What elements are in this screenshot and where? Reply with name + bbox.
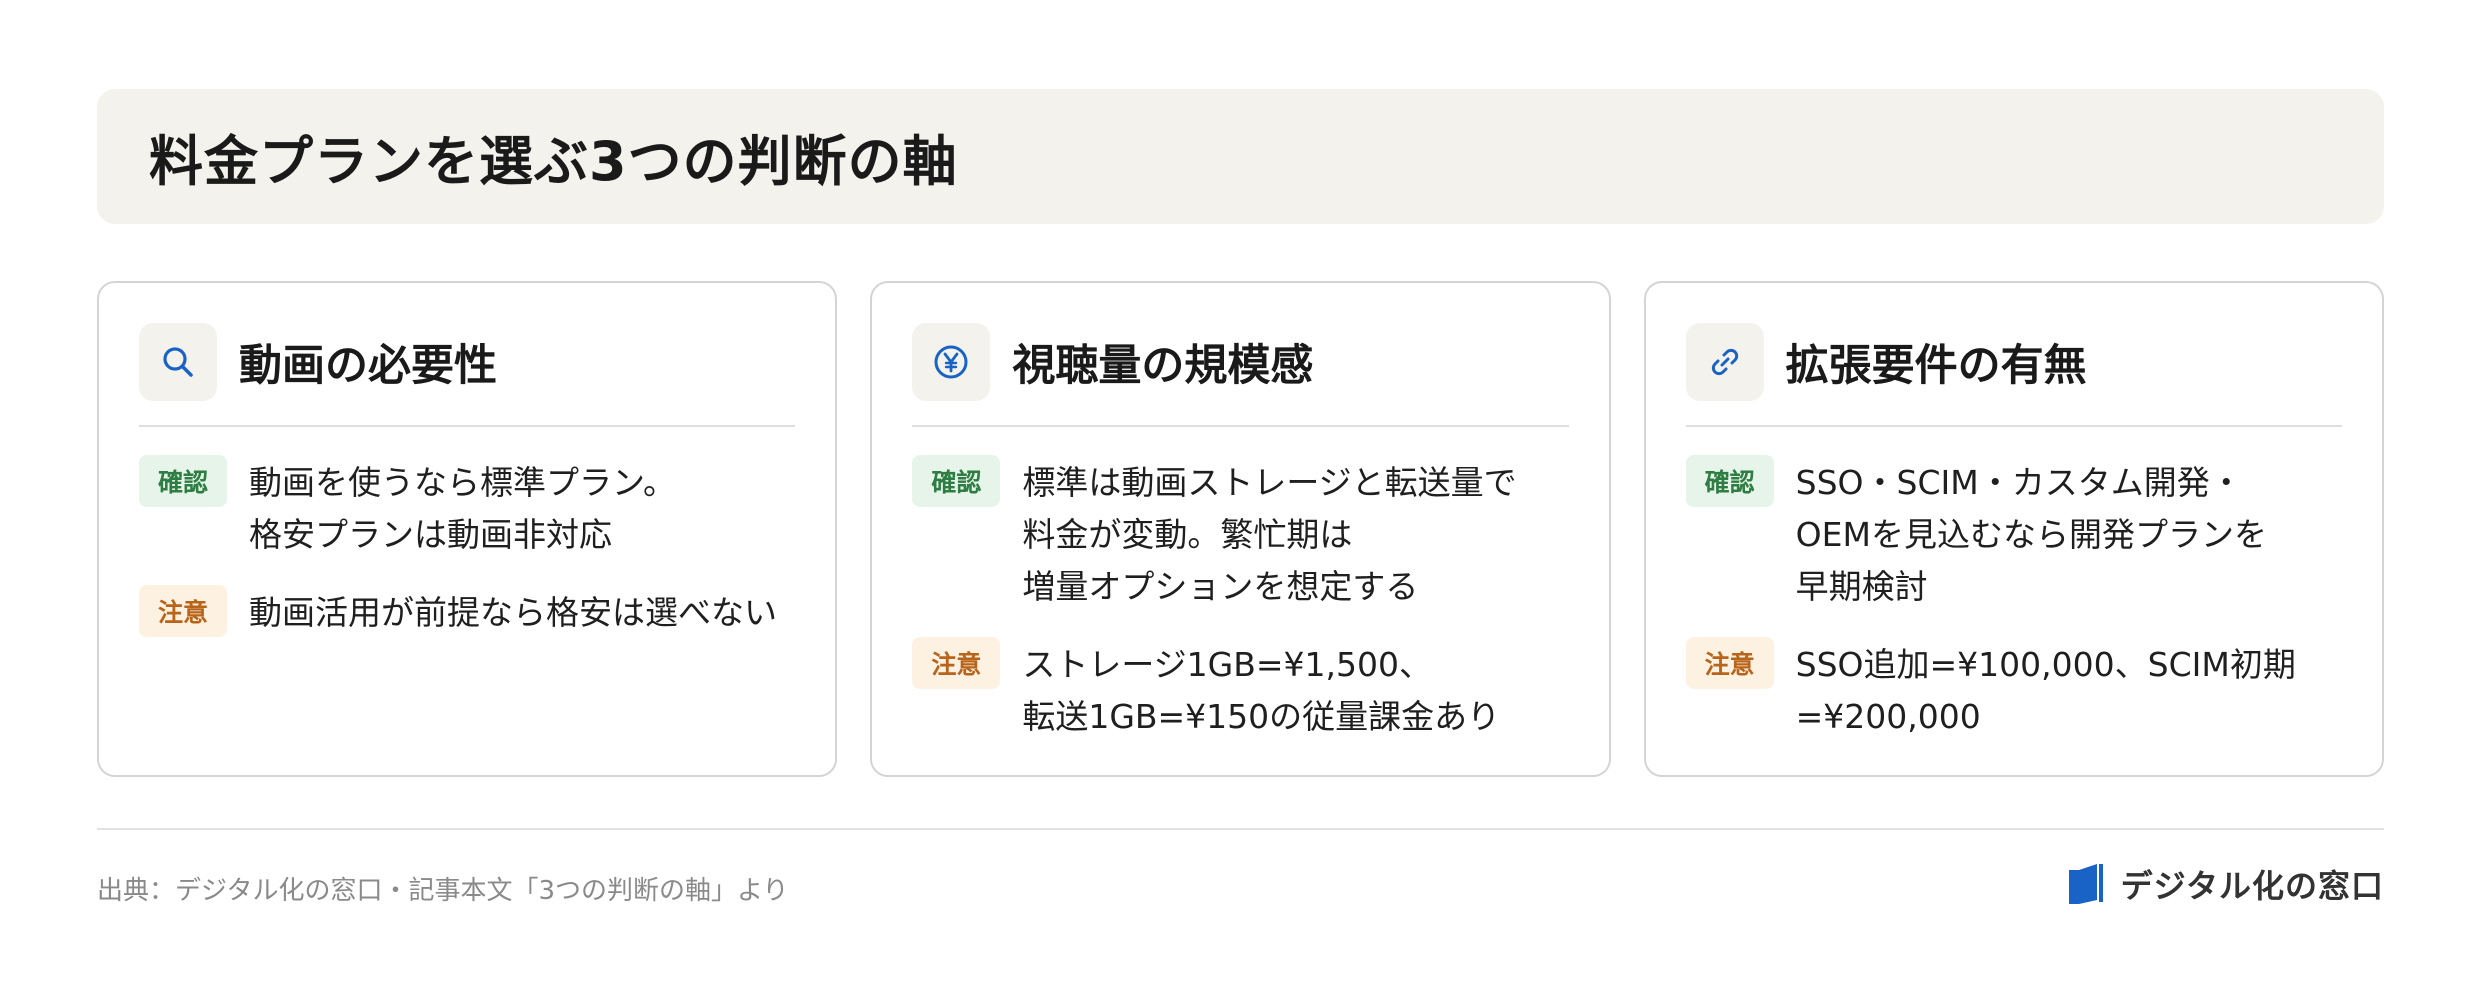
check-row: 確認 SSO・SCIM・カスタム開発・ OEMを見込むなら開発プランを 早期検討	[1685, 455, 2342, 613]
caution-badge: 注意	[139, 585, 227, 637]
row-text: 動画を使うなら標準プラン。 格安プランは動画非対応	[249, 463, 677, 554]
confirm-badge: 確認	[1685, 455, 1774, 507]
card-header: 拡張要件の有無	[1685, 323, 2342, 401]
divider	[139, 425, 796, 427]
yen-icon	[912, 323, 991, 401]
check-row: 確認 標準は動画ストレージと転送量で 料金が変動。繁忙期は 増量オプションを想定…	[912, 455, 1568, 613]
card-header: 動画の必要性	[139, 323, 795, 401]
link-icon	[1685, 323, 1764, 401]
caution-row: 注意 動画活用が前提なら格安は選べない	[139, 585, 795, 639]
caution-badge: 注意	[912, 637, 1001, 689]
search-icon	[139, 323, 217, 401]
confirm-badge: 確認	[912, 455, 1001, 507]
caution-row: 注意 SSO追加=¥100,000、SCIM初期 =¥200,000	[1685, 637, 2342, 743]
brand-logo: デジタル化の窓口	[2067, 860, 2384, 908]
caution-row: 注意 ストレージ1GB=¥1,500、 転送1GB=¥150の従量課金あり	[912, 637, 1568, 743]
card-heading: 拡張要件の有無	[1785, 341, 2087, 391]
check-row: 確認 動画を使うなら標準プラン。 格安プランは動画非対応	[139, 455, 795, 561]
source-note: 出典：デジタル化の窓口・記事本文「3つの判断の軸」より	[97, 876, 789, 906]
page-title: 料金プランを選ぶ3つの判断の軸	[149, 130, 958, 193]
criteria-cards: 動画の必要性 確認 動画を使うなら標準プラン。 格安プランは動画非対応 注意 動…	[97, 281, 2384, 777]
caution-badge: 注意	[1685, 637, 1774, 689]
row-text: ストレージ1GB=¥1,500、 転送1GB=¥150の従量課金あり	[1022, 645, 1501, 736]
brand-name: デジタル化の窓口	[2120, 867, 2384, 905]
row-text: 標準は動画ストレージと転送量で 料金が変動。繁忙期は 増量オプションを想定する	[1022, 463, 1517, 606]
row-text: SSO追加=¥100,000、SCIM初期 =¥200,000	[1795, 645, 2296, 736]
criterion-card: 動画の必要性 確認 動画を使うなら標準プラン。 格安プランは動画非対応 注意 動…	[97, 281, 838, 777]
divider	[1685, 425, 2342, 427]
row-text: 動画活用が前提なら格安は選べない	[249, 593, 777, 632]
criterion-card: 拡張要件の有無 確認 SSO・SCIM・カスタム開発・ OEMを見込むなら開発プ…	[1643, 281, 2384, 777]
card-heading: 視聴量の規模感	[1012, 341, 1314, 391]
confirm-badge: 確認	[139, 455, 227, 507]
footer-divider	[97, 828, 2384, 830]
card-header: 視聴量の規模感	[912, 323, 1568, 401]
title-banner: 料金プランを選ぶ3つの判断の軸	[97, 89, 2384, 224]
row-text: SSO・SCIM・カスタム開発・ OEMを見込むなら開発プランを 早期検討	[1795, 463, 2267, 606]
divider	[912, 425, 1569, 427]
criterion-card: 視聴量の規模感 確認 標準は動画ストレージと転送量で 料金が変動。繁忙期は 増量…	[870, 281, 1611, 777]
card-heading: 動画の必要性	[239, 341, 497, 391]
brand-mark-icon	[2068, 864, 2103, 904]
